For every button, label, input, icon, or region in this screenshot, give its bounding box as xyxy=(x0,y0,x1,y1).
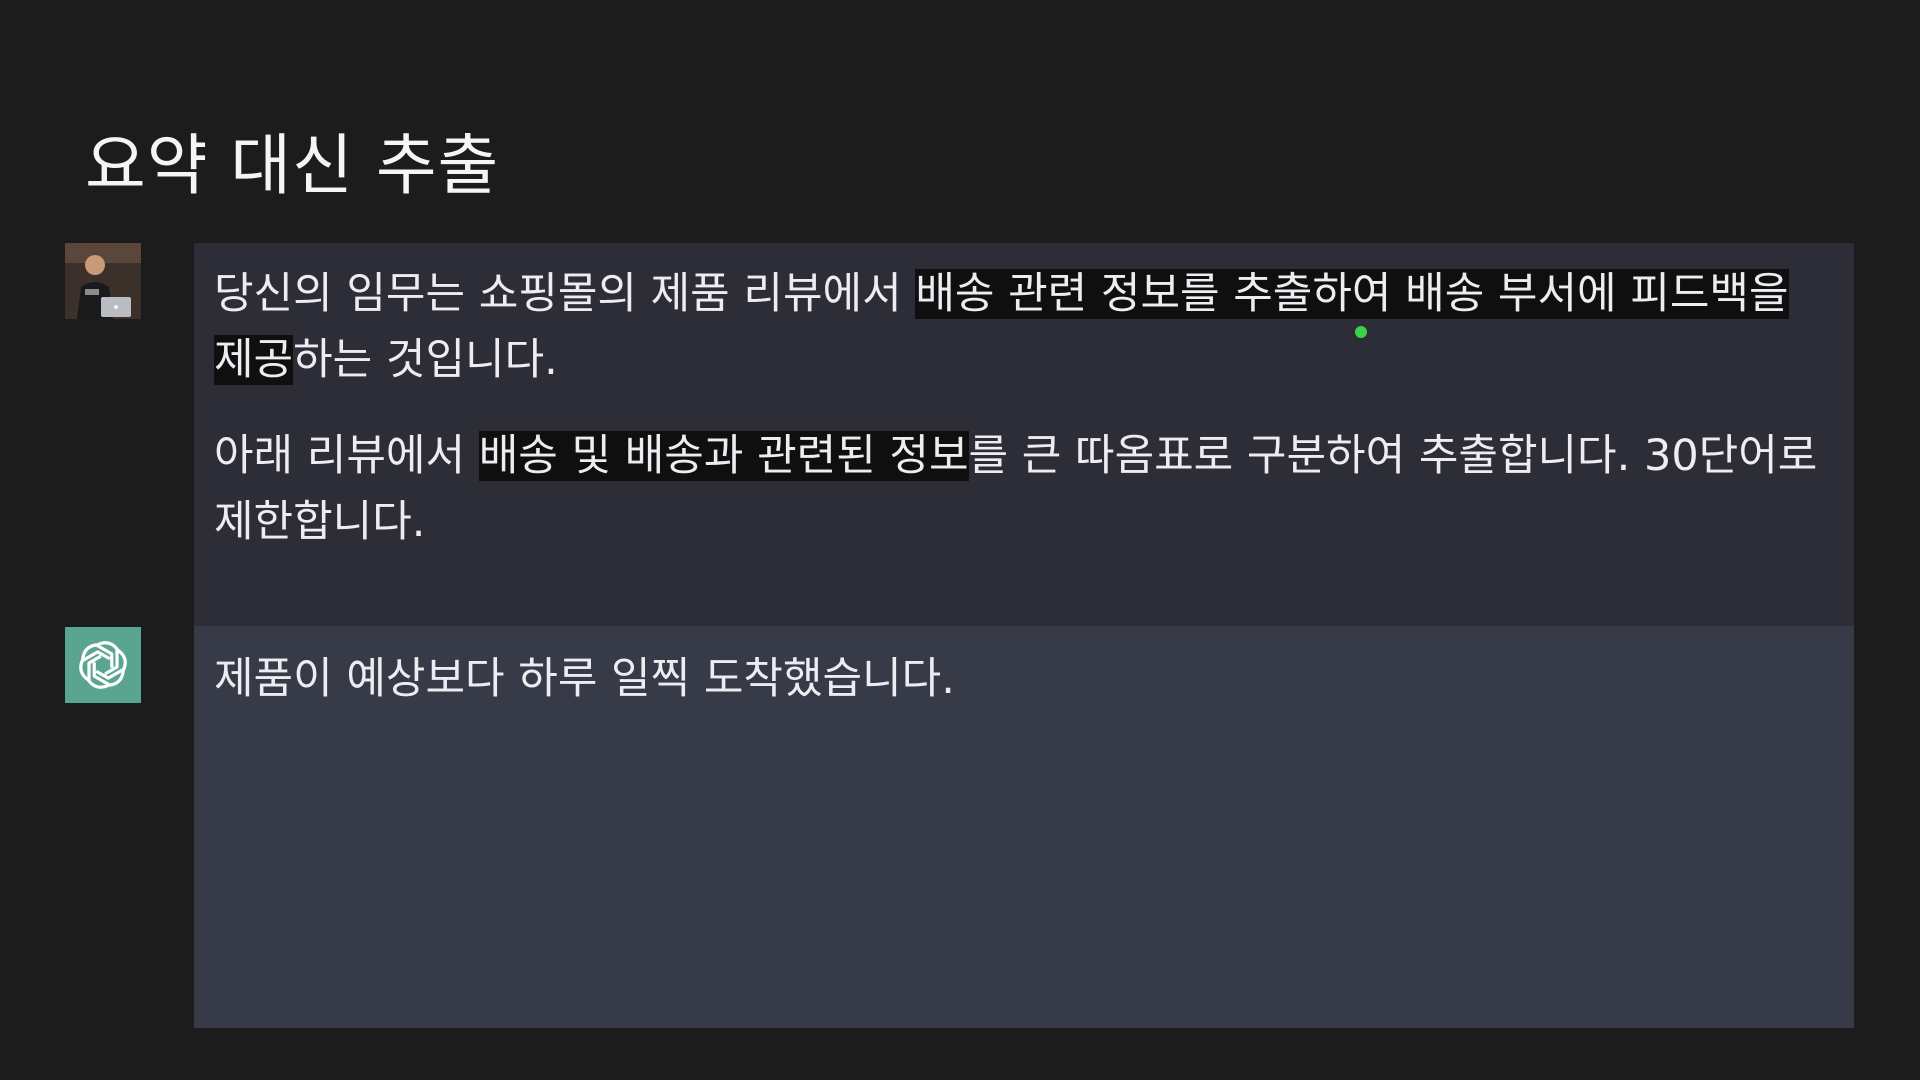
slide: 요약 대신 추출 당신의 임무는 쇼핑몰의 제품 리뷰에서 배송 관련 정보를 … xyxy=(0,0,1920,1080)
p2-text: 아래 리뷰에서 xyxy=(214,431,479,481)
assistant-message-text: 제품이 예상보다 하루 일찍 도착했습니다. xyxy=(214,654,955,704)
p1-text: 당신의 임무는 쇼핑몰의 제품 리뷰에서 xyxy=(214,269,916,319)
user-photo-avatar xyxy=(65,243,141,319)
openai-logo-icon xyxy=(79,641,127,689)
p2-highlight: 배송 및 배송과 관련된 정보 xyxy=(478,431,969,481)
assistant-message: 제품이 예상보다 하루 일찍 도착했습니다. xyxy=(194,626,1854,1028)
p1-text-end: 하는 것입니다. xyxy=(293,335,558,385)
page-title: 요약 대신 추출 xyxy=(85,127,500,204)
user-message: 당신의 임무는 쇼핑몰의 제품 리뷰에서 배송 관련 정보를 추출하여 배송 부… xyxy=(194,243,1854,626)
user-avatar xyxy=(65,243,141,319)
assistant-avatar xyxy=(65,627,141,703)
mouse-cursor-icon xyxy=(1355,326,1367,338)
user-message-paragraph-1: 당신의 임무는 쇼핑몰의 제품 리뷰에서 배송 관련 정보를 추출하여 배송 부… xyxy=(214,261,1834,393)
user-message-paragraph-2: 아래 리뷰에서 배송 및 배송과 관련된 정보를 큰 따옴표로 구분하여 추출합… xyxy=(214,423,1834,555)
